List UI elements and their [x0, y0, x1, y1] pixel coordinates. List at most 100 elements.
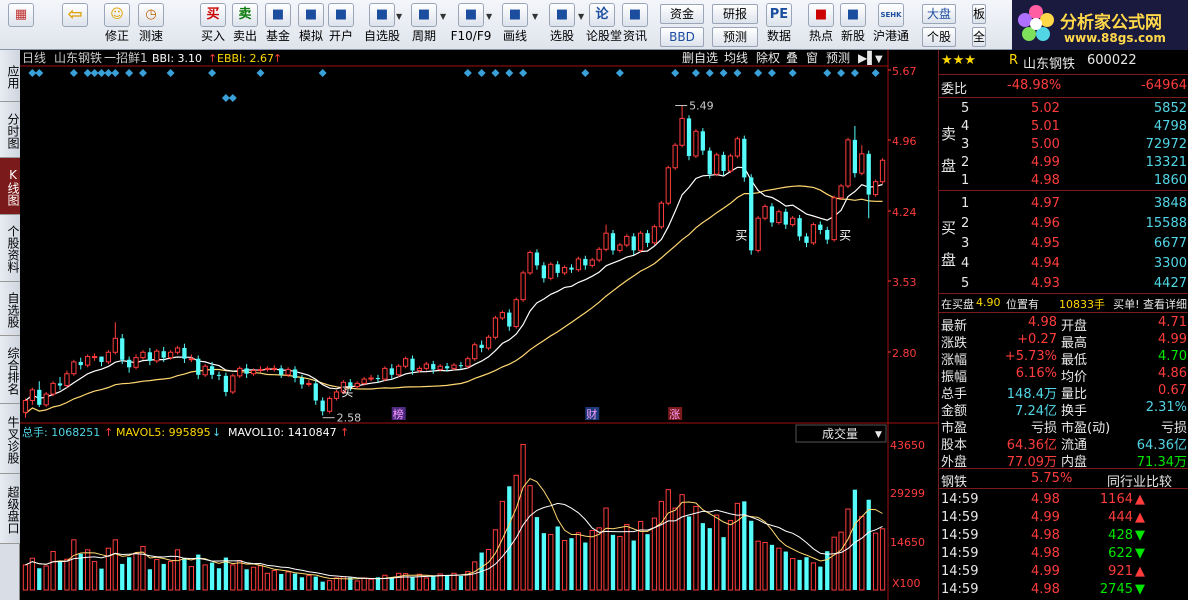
dropdown-arrow-icon[interactable]: ▼ — [532, 12, 538, 21]
tick-price: 4.99 — [1031, 510, 1060, 525]
toolbar-button-15[interactable]: ■ 资讯 — [618, 3, 652, 49]
volume-bar — [57, 560, 63, 590]
volume-bar — [879, 528, 886, 591]
dropdown-arrow-icon[interactable]: ▼ — [440, 12, 446, 21]
volume-bar — [810, 562, 817, 591]
notice-link: 买单! 查看详细 — [1113, 298, 1187, 311]
quick-button-0[interactable]: 资金 — [660, 4, 704, 24]
toolbar-button-7[interactable]: ■ 模拟 — [296, 3, 326, 49]
event-marker-label[interactable]: 涨 — [669, 408, 680, 421]
toolbar-button-6[interactable]: ■ 基金 — [263, 3, 293, 49]
volume-bar — [368, 578, 374, 591]
toolbar-button-12[interactable]: ■ 画线 — [496, 3, 534, 49]
candle-body — [389, 368, 394, 375]
candle-body — [479, 344, 484, 348]
toolbar-button-13[interactable]: ■ 选股 — [542, 3, 582, 49]
toolbar-button-5[interactable]: 卖卖出 — [230, 3, 260, 49]
side-tab-5[interactable]: 综合排名 — [0, 336, 20, 404]
quick-button-6[interactable]: 个股 — [922, 27, 956, 47]
dropdown-arrow-icon[interactable]: ▼ — [486, 12, 492, 21]
volume-bar — [721, 537, 726, 590]
toolbar-button-11[interactable]: ■ F10/F9 — [448, 3, 494, 49]
sell-icon: 卖 — [232, 3, 258, 27]
chart-menu-item-1[interactable]: 均线 — [724, 51, 748, 65]
dropdown-arrow-icon[interactable]: ▼ — [396, 12, 402, 21]
candle-body — [99, 356, 104, 362]
toolbar-label: 基金 — [265, 29, 290, 43]
side-tab-1[interactable]: 分时图 — [0, 102, 20, 158]
volume-bar — [825, 551, 830, 590]
data-icon: PE — [766, 3, 792, 27]
toolbar-button-2[interactable]: ☺ 修正 — [100, 3, 134, 49]
quick-button-7[interactable]: 全 — [972, 27, 986, 47]
quick-button-1[interactable]: 研报 — [712, 4, 758, 24]
toolbar-button-3[interactable]: ◷ 测速 — [134, 3, 168, 49]
chart-menu-item-5[interactable]: 预测 — [826, 51, 850, 65]
chevron-down-icon[interactable]: ▼ — [875, 54, 883, 65]
toolbar-button-17[interactable]: ■ 热点 — [806, 3, 836, 49]
sector-row: 钢铁 5.75% 同行业比较 — [939, 470, 1188, 490]
weibi-diff: -64964 — [1140, 78, 1187, 93]
dropdown-arrow-icon[interactable]: ▼ — [578, 12, 584, 21]
level-price: 5.02 — [1031, 101, 1060, 116]
stat-row: 涨幅 +5.73% 最低 4.70 — [939, 348, 1188, 368]
toolbar-button-9[interactable]: ■ 自选股 — [362, 3, 402, 49]
toolbar-button-14[interactable]: 论论股堂 — [586, 3, 622, 49]
volume-bar — [196, 554, 201, 590]
volume-bar — [410, 577, 415, 590]
candle-body — [714, 154, 720, 175]
tick-time: 14:59 — [941, 564, 979, 579]
chart-menu-item-2[interactable]: 除权 — [756, 50, 780, 65]
chevron-down-icon[interactable]: ▼ — [875, 430, 882, 440]
toolbar-button-16[interactable]: PE 数据 — [764, 3, 794, 49]
side-tab-2[interactable]: K线图 — [0, 158, 20, 215]
indicator-dropdown-label[interactable]: 成交量 — [822, 426, 858, 441]
side-tab-4[interactable]: 自选股 — [0, 282, 20, 336]
divider — [939, 190, 1188, 191]
quick-button-2[interactable]: BBD — [660, 27, 704, 47]
candle-body — [610, 233, 616, 251]
chart-menu-item-3[interactable]: 叠 — [786, 51, 798, 65]
price-tick-label: 3.53 — [892, 276, 917, 289]
big-order-notice[interactable]: 在买盘 4.90 位置有 10833手 买单! 查看详细 — [939, 295, 1188, 313]
event-marker-label[interactable]: 榜 — [393, 407, 404, 421]
toolbar-button-0[interactable]: ▦ — [4, 3, 38, 49]
candle-body — [583, 258, 588, 266]
chart-menu-item-0[interactable]: 删自选 — [682, 51, 718, 65]
side-tab-6[interactable]: 牛叉诊股 — [0, 404, 20, 474]
toolbar-button-1[interactable]: ⇦ — [58, 3, 92, 49]
panel-toggle-icon[interactable]: ▶▌ — [858, 50, 876, 65]
toolbar-button-4[interactable]: 买买入 — [198, 3, 228, 49]
candle-body — [458, 365, 464, 367]
level-number: 2 — [961, 155, 970, 170]
chart-menu-item-4[interactable]: 窗 — [806, 51, 818, 65]
candle-body — [783, 211, 788, 225]
candle-body — [410, 358, 415, 371]
toolbar-button-8[interactable]: ■ 开户 — [326, 3, 356, 49]
down-arrow-icon: ▼ — [1135, 528, 1145, 543]
up-arrow-icon: ▲ — [1135, 564, 1145, 579]
level-price: 5.00 — [1031, 137, 1060, 152]
event-marker-label[interactable]: 财 — [586, 407, 597, 421]
quick-button-5[interactable]: 板 — [972, 4, 986, 24]
side-tab-3[interactable]: 个股资料 — [0, 215, 20, 282]
level-volume: 4427 — [1153, 276, 1187, 291]
rating-stars: ★★★ — [941, 53, 976, 68]
side-tab-0[interactable]: 应用 — [0, 50, 20, 102]
candle-body — [818, 224, 823, 230]
volume-bar — [237, 560, 243, 591]
candle-body — [603, 232, 609, 250]
side-tab-7[interactable]: 超级盘口 — [0, 474, 20, 544]
candle-body — [707, 150, 712, 175]
candle-body — [37, 389, 42, 405]
volume-bar — [120, 563, 125, 590]
level-price: 4.99 — [1031, 155, 1060, 170]
candle-body — [852, 139, 858, 174]
toolbar-button-10[interactable]: ■ 周期 — [406, 3, 442, 49]
quick-button-3[interactable]: 预测 — [712, 27, 758, 47]
quick-button-4[interactable]: 大盘 — [922, 4, 956, 24]
volume-bar — [852, 489, 858, 590]
candle-body — [472, 344, 478, 360]
toolbar-button-19[interactable]: SEHK 沪港通 — [872, 3, 910, 49]
toolbar-button-18[interactable]: ■ 新股 — [838, 3, 868, 49]
